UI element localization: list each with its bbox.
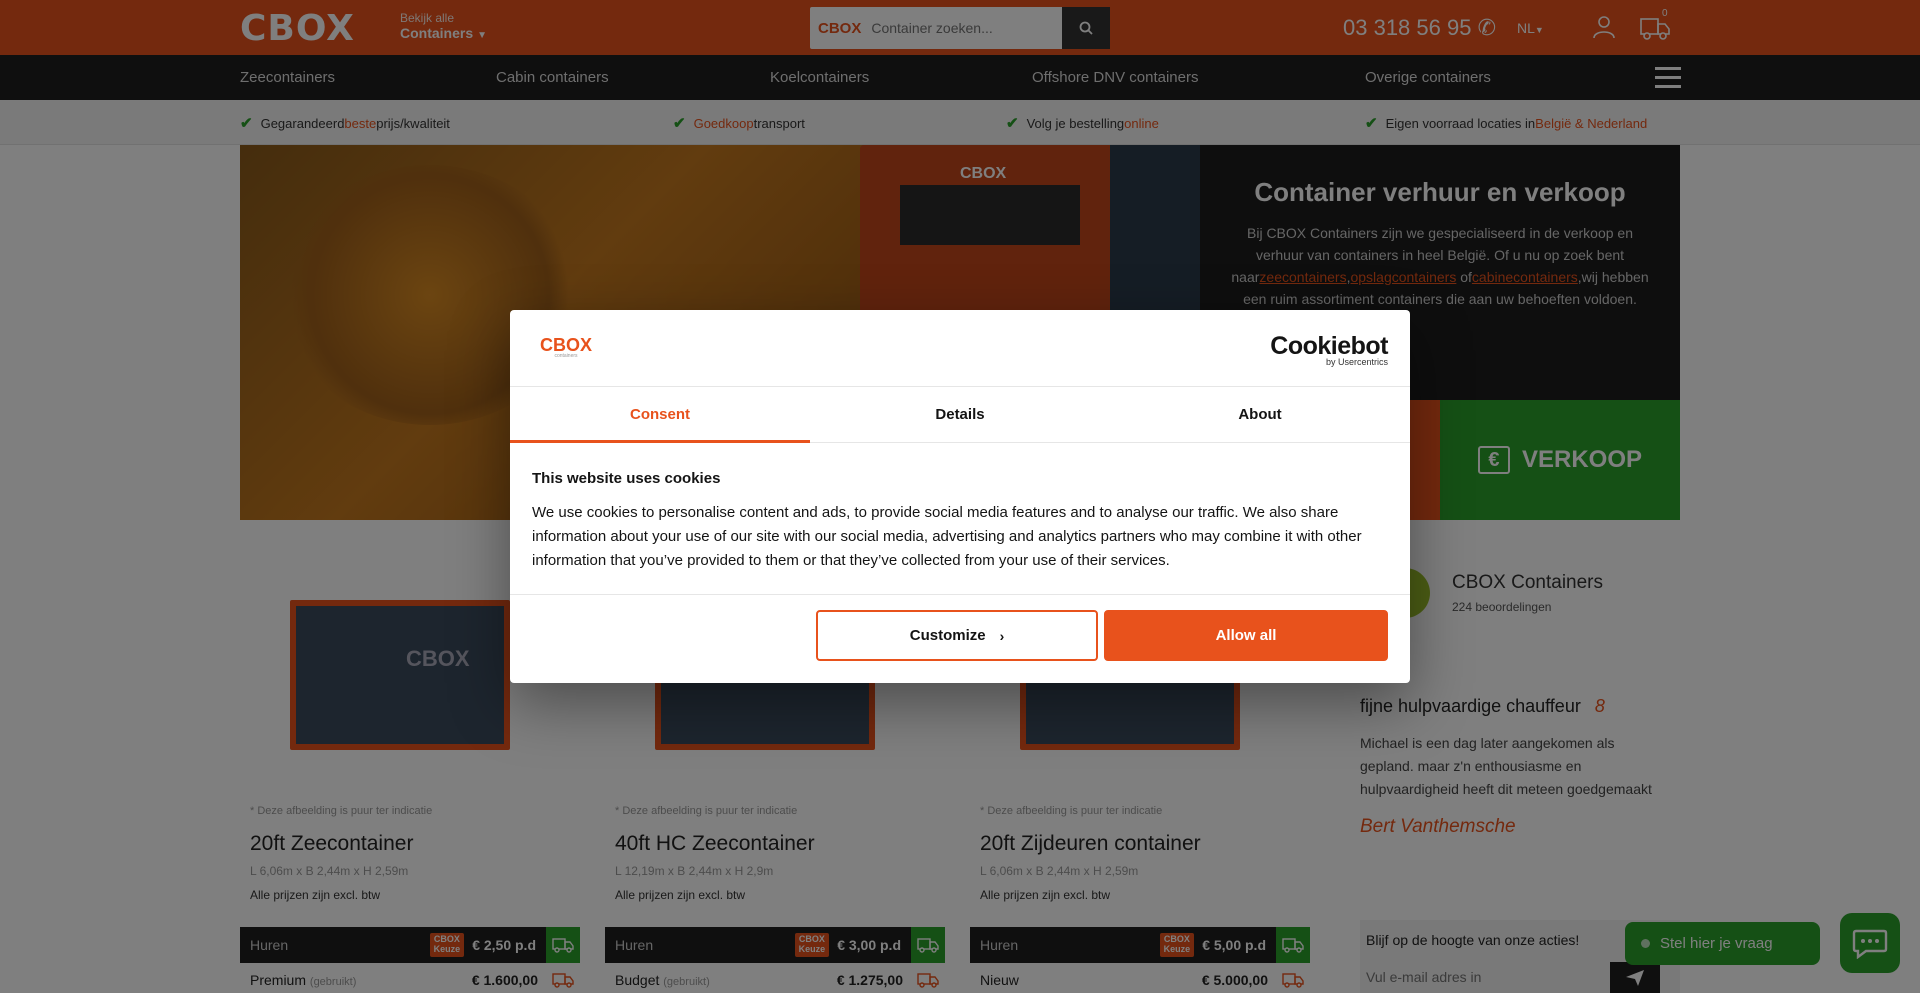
tab-consent[interactable]: Consent bbox=[510, 387, 810, 443]
tab-about[interactable]: About bbox=[1110, 387, 1410, 442]
cookie-consent-dialog: CBOX containers Cookiebot by Usercentrics… bbox=[510, 310, 1410, 683]
customize-button[interactable]: Customize › bbox=[816, 610, 1098, 661]
cookie-heading: This website uses cookies bbox=[532, 470, 721, 487]
cookie-body-text: We use cookies to personalise content an… bbox=[532, 504, 1362, 569]
cookie-dialog-logo: CBOX containers bbox=[540, 335, 593, 359]
chevron-right-icon: › bbox=[999, 627, 1005, 644]
cookiebot-logo[interactable]: Cookiebot by Usercentrics bbox=[1270, 332, 1388, 367]
allow-all-button[interactable]: Allow all bbox=[1104, 610, 1388, 661]
customize-label: Customize bbox=[909, 627, 986, 644]
cookie-dialog-body: This website uses cookies We use cookies… bbox=[532, 470, 1392, 573]
tab-details[interactable]: Details bbox=[810, 387, 1110, 442]
cookie-tabs: Consent Details About bbox=[510, 386, 1410, 443]
cookie-dialog-footer: Customize › Allow all bbox=[510, 594, 1410, 661]
